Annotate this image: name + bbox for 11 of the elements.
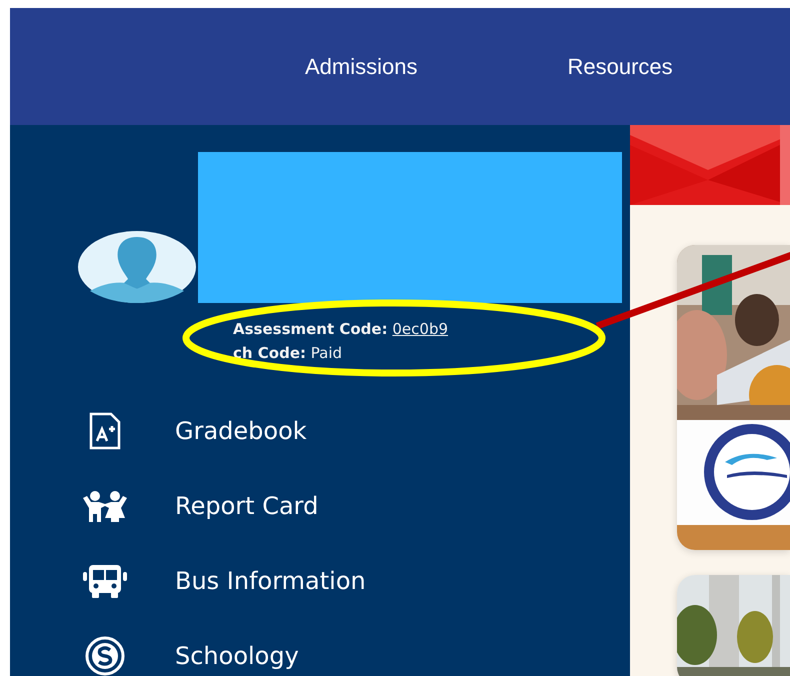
lunch-code-text: ch Code: Paid <box>233 343 344 364</box>
menu-item[interactable]: Bus Information <box>10 543 630 618</box>
menu-item[interactable]: Schoology <box>10 618 630 676</box>
menu-item[interactable]: Report Card <box>10 468 630 543</box>
bus-icon <box>82 564 128 598</box>
nav-link[interactable]: Admissions <box>305 54 418 80</box>
nav-link[interactable]: Resources <box>567 54 673 80</box>
assessment-code-text: Assessment Code: 0ec0b9 <box>233 319 450 340</box>
menu-item[interactable]: Gradebook <box>10 393 630 468</box>
avatar-icon <box>78 231 196 303</box>
children-icon <box>82 490 128 522</box>
